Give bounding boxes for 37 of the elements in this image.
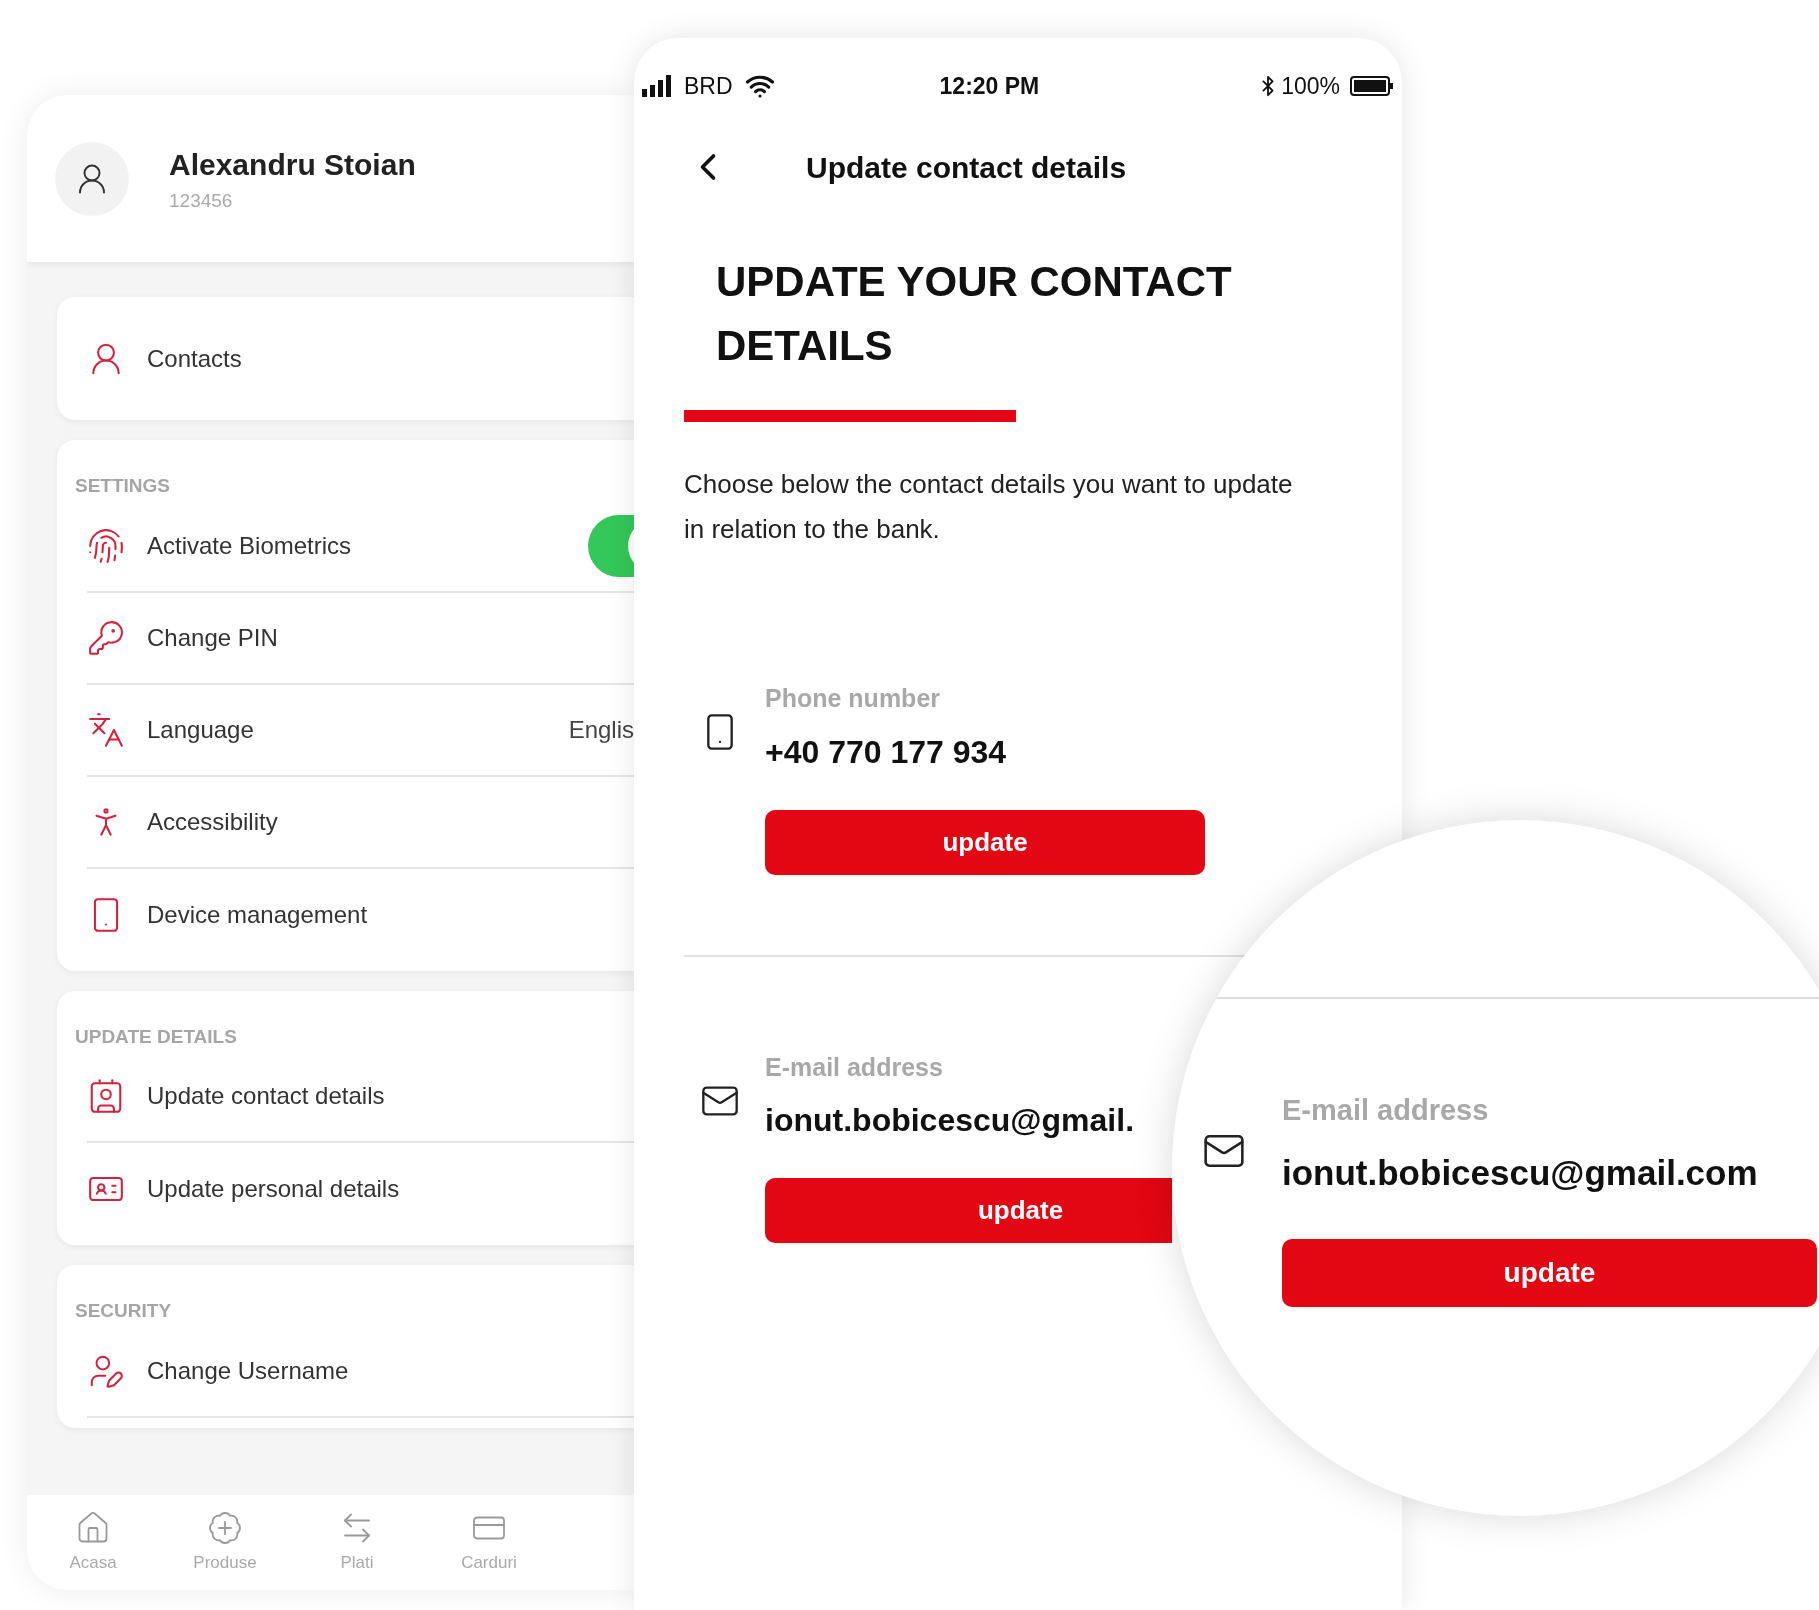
update-button[interactable]: update <box>1282 1239 1817 1307</box>
menu-item-label[interactable]: Activate Biometrics <box>147 527 352 564</box>
key-icon <box>87 618 125 657</box>
field-label: Phone number <box>765 683 940 714</box>
language-value: Englis <box>568 714 634 745</box>
toggle-switch[interactable] <box>588 514 634 577</box>
signal-icon <box>642 75 674 97</box>
menu-item-label[interactable]: Change PIN <box>147 619 278 656</box>
page-heading: UPDATE YOUR CONTACT DETAILS <box>716 257 1233 371</box>
field-value: ionut.bobicescu@gmail.com <box>1282 1151 1758 1194</box>
menu-item-label[interactable]: Update personal details <box>147 1171 400 1207</box>
menu-item-label[interactable]: Contacts <box>147 340 242 377</box>
menu-item-label[interactable]: Language <box>147 711 254 748</box>
menu-item-label[interactable]: Update contact details <box>147 1078 385 1114</box>
user-id: 123456 <box>169 188 234 213</box>
battery-percent: 100% <box>1281 71 1340 101</box>
field-value: ionut.bobicescu@gmail. <box>765 1101 1134 1140</box>
user-name: Alexandru Stoian <box>169 146 416 183</box>
section-title: UPDATE DETAILS <box>75 1024 238 1049</box>
battery-icon <box>1350 76 1394 96</box>
fingerprint-icon <box>87 526 125 565</box>
menu-item-label[interactable]: Accessibility <box>147 803 278 840</box>
status-time: 12:20 PM <box>939 71 1040 101</box>
field-label: E-mail address <box>1282 1093 1489 1128</box>
update-button[interactable]: update <box>765 809 1205 875</box>
field-value: +40 770 177 934 <box>765 732 1007 772</box>
menu-item-label[interactable]: Device management <box>147 896 368 933</box>
menu-item-label[interactable]: Change Username <box>147 1352 349 1389</box>
update-button[interactable]: update <box>765 1178 1172 1243</box>
badge-plus-icon <box>207 1509 243 1546</box>
carrier-name: BRD <box>684 71 733 101</box>
intro-text: Choose below the contact details you want to update in relation to the bank. <box>684 468 1294 546</box>
screen-title: Update contact details <box>806 149 1127 186</box>
translate-icon <box>87 710 125 749</box>
section-title: SETTINGS <box>75 474 171 498</box>
section-title: SECURITY <box>75 1299 173 1323</box>
field-label: E-mail address <box>765 1051 943 1083</box>
